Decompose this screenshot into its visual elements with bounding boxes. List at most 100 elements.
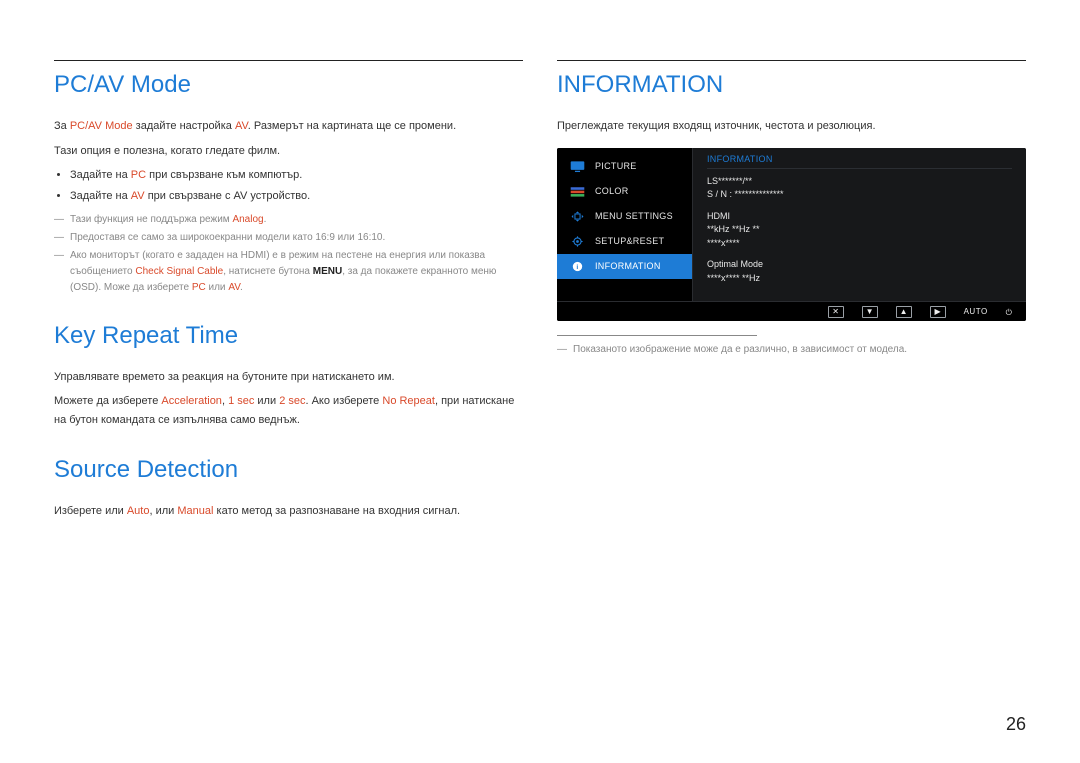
svg-text:i: i	[576, 264, 578, 271]
footnote-text: Ако мониторът (когато е зададен на HDMI)…	[70, 248, 523, 296]
term-acceleration: Acceleration	[161, 395, 222, 407]
text: .	[264, 214, 267, 225]
text: .	[240, 282, 243, 293]
term-av: AV	[235, 120, 248, 132]
osd-info-optimal-label: Optimal Mode	[707, 258, 1012, 272]
dash-icon: ―	[54, 248, 64, 296]
paragraph: За PC/AV Mode задайте настройка AV. Разм…	[54, 117, 523, 136]
two-column-layout: PC/AV Mode За PC/AV Mode задайте настрой…	[54, 60, 1026, 527]
pc-av-body: За PC/AV Mode задайте настройка AV. Разм…	[54, 117, 523, 296]
osd-menu-label: INFORMATION	[595, 261, 661, 271]
paragraph: Преглеждате текущия входящ източник, чес…	[557, 117, 1026, 136]
osd-info-res: ****x****	[707, 237, 1012, 251]
text: като метод за разпознаване на входния си…	[213, 505, 460, 517]
osd-menu-list: PICTURE COLOR	[557, 148, 692, 302]
term-check-signal: Check Signal Cable	[135, 266, 223, 277]
info-icon: i	[569, 260, 586, 273]
term-1sec: 1 sec	[228, 395, 254, 407]
osd-menu-item-picture: PICTURE	[557, 154, 692, 179]
paragraph: Управлявате времето за реакция на бутони…	[54, 368, 523, 387]
osd-menu-label: SETUP&RESET	[595, 236, 664, 246]
text: Тази функция не поддържа режим	[70, 214, 232, 225]
heading-pc-av-mode: PC/AV Mode	[54, 71, 523, 99]
term-no-repeat: No Repeat	[382, 395, 435, 407]
move-arrows-icon	[569, 210, 586, 223]
text: при свързване с AV устройство.	[145, 190, 311, 202]
close-icon: ✕	[828, 306, 844, 318]
footnote: ― Предоставя се само за широкоекранни мо…	[54, 230, 523, 246]
osd-info-freq: **kHz **Hz **	[707, 223, 1012, 237]
color-bars-icon	[569, 185, 586, 198]
footnote-list: ― Показаното изображение може да е разли…	[557, 342, 1026, 358]
osd-menu-item-information: i INFORMATION	[557, 254, 692, 279]
footnote: ― Тази функция не поддържа режим Analog.	[54, 212, 523, 228]
bullet-list: Задайте на PC при свързване към компютър…	[54, 166, 523, 205]
section-rule	[557, 60, 1026, 61]
document-page: PC/AV Mode За PC/AV Mode задайте настрой…	[0, 0, 1080, 763]
source-detection-body: Изберете или Auto, или Manual като метод…	[54, 502, 523, 521]
gear-icon	[569, 235, 586, 248]
list-item: Задайте на PC при свързване към компютър…	[70, 166, 523, 185]
text: Изберете или	[54, 505, 127, 517]
text: Можете да изберете	[54, 395, 161, 407]
footnote: ― Показаното изображение може да е разли…	[557, 342, 1026, 358]
term-pc-av-mode: PC/AV Mode	[70, 120, 133, 132]
term-menu-button: MENU	[313, 266, 342, 277]
footnote-rule	[557, 335, 757, 336]
text: , натиснете бутона	[223, 266, 313, 277]
term-pc: PC	[192, 282, 206, 293]
section-rule	[54, 60, 523, 61]
osd-window: PICTURE COLOR	[557, 148, 1026, 322]
text: За	[54, 120, 70, 132]
osd-info-panel: INFORMATION LS*******/** S / N : *******…	[692, 148, 1026, 302]
chevron-down-icon: ▼	[862, 306, 878, 318]
dash-icon: ―	[557, 342, 567, 358]
osd-panel-title: INFORMATION	[707, 154, 1012, 169]
term-2sec: 2 sec	[279, 395, 305, 407]
osd-main: PICTURE COLOR	[557, 148, 1026, 302]
term-manual: Manual	[177, 505, 213, 517]
osd-menu-label: COLOR	[595, 186, 629, 196]
osd-bottom-bar: ✕ ▼ ▲ ▶ AUTO ⏻	[557, 301, 1026, 321]
heading-key-repeat: Key Repeat Time	[54, 322, 523, 350]
osd-menu-item-menu-settings: MENU SETTINGS	[557, 204, 692, 229]
paragraph: Изберете или Auto, или Manual като метод…	[54, 502, 523, 521]
term-analog: Analog	[232, 214, 263, 225]
dash-icon: ―	[54, 230, 64, 246]
right-column: INFORMATION Преглеждате текущия входящ и…	[557, 60, 1026, 527]
power-icon: ⏻	[1006, 307, 1012, 317]
osd-screenshot: PICTURE COLOR	[557, 148, 1026, 322]
paragraph: Можете да изберете Acceleration, 1 sec и…	[54, 392, 523, 429]
information-body: Преглеждате текущия входящ източник, чес…	[557, 117, 1026, 136]
heading-source-detection: Source Detection	[54, 456, 523, 484]
dash-icon: ―	[54, 212, 64, 228]
term-pc: PC	[131, 169, 146, 181]
left-column: PC/AV Mode За PC/AV Mode задайте настрой…	[54, 60, 523, 527]
key-repeat-body: Управлявате времето за реакция на бутони…	[54, 368, 523, 430]
osd-info-optimal-value: ****x**** **Hz	[707, 272, 1012, 286]
osd-menu-item-setup-reset: SETUP&RESET	[557, 229, 692, 254]
text: , или	[149, 505, 177, 517]
osd-info-model: LS*******/**	[707, 175, 1012, 189]
footnote-text: Тази функция не поддържа режим Analog.	[70, 212, 523, 228]
osd-info-source: HDMI	[707, 210, 1012, 224]
chevron-up-icon: ▲	[896, 306, 912, 318]
auto-label: AUTO	[964, 307, 988, 316]
term-auto: Auto	[127, 505, 150, 517]
list-item: Задайте на AV при свързване с AV устройс…	[70, 187, 523, 206]
osd-menu-item-color: COLOR	[557, 179, 692, 204]
footnote: ― Ако мониторът (когато е зададен на HDM…	[54, 248, 523, 296]
osd-menu-label: PICTURE	[595, 161, 637, 171]
text: . Размерът на картината ще се промени.	[248, 120, 456, 132]
osd-info-serial: S / N : **************	[707, 188, 1012, 202]
text: или	[254, 395, 279, 407]
footnote-text: Показаното изображение може да е различн…	[573, 342, 1026, 358]
monitor-icon	[569, 160, 586, 173]
text: Задайте на	[70, 190, 131, 202]
text: . Ако изберете	[305, 395, 382, 407]
text: Задайте на	[70, 169, 131, 181]
text: при свързване към компютър.	[146, 169, 302, 181]
paragraph: Тази опция е полезна, когато гледате фил…	[54, 142, 523, 161]
term-av: AV	[131, 190, 145, 202]
heading-information: INFORMATION	[557, 71, 1026, 99]
